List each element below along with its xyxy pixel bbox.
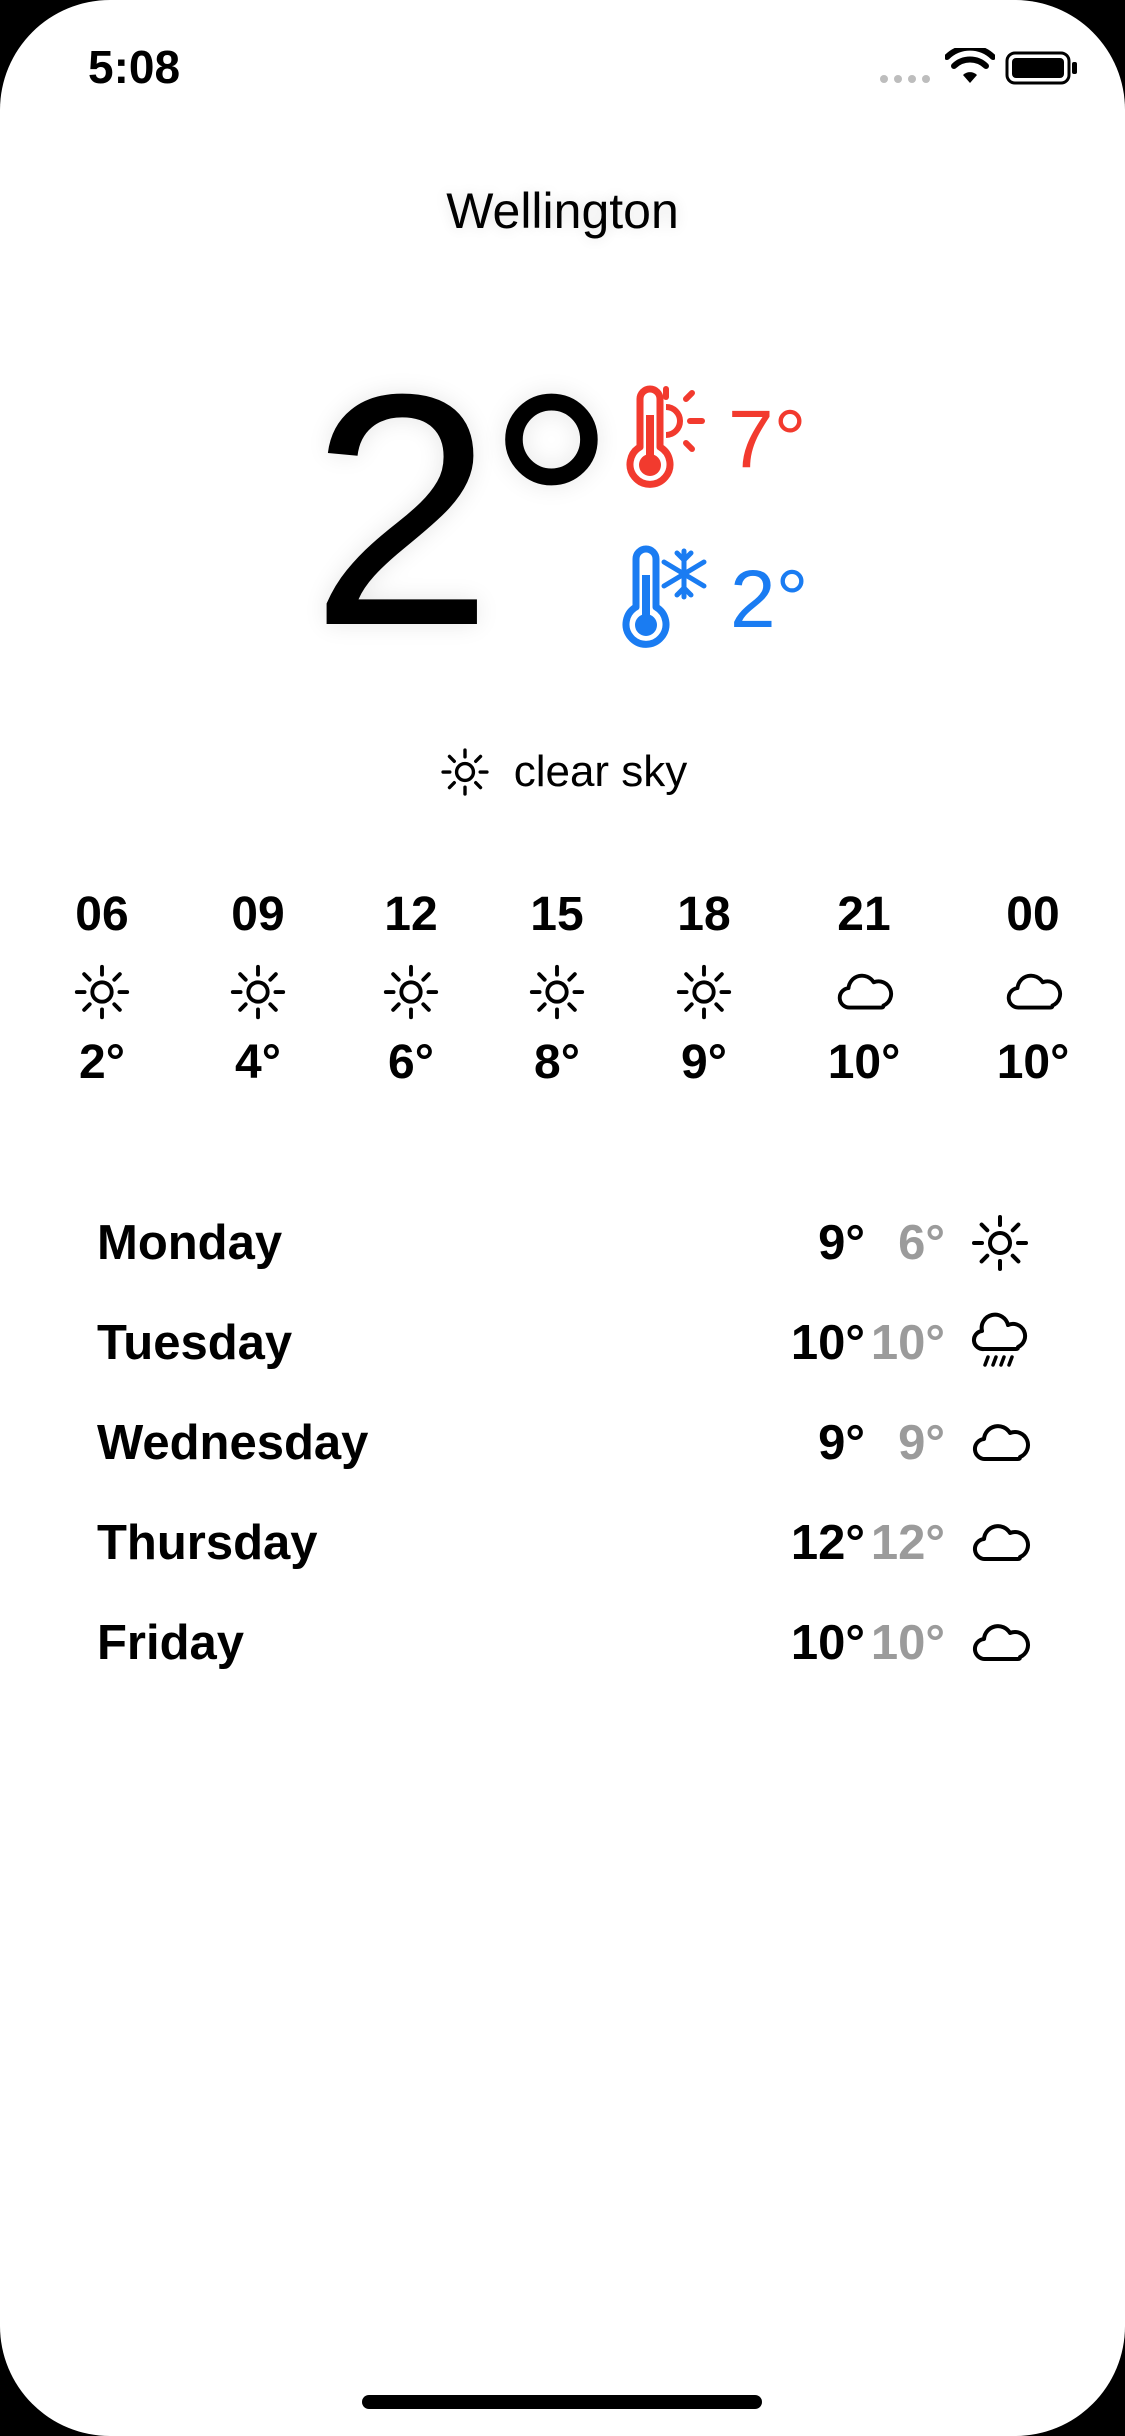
current-temperature: 2° [310,325,617,694]
day-high-temperature: 9° [818,1416,865,1470]
city-name[interactable]: Wellington [0,182,1125,240]
cellular-signal-icon [880,75,930,83]
sun-icon [968,1211,1032,1275]
low-temperature: 2° [622,545,808,655]
weather-screen: 5:08 Wellington 2° 7° 2° clear sky 06 2°… [0,0,1125,2436]
daily-row[interactable]: Thursday 12° 12° [0,1505,1125,1585]
hour-label: 18 [677,888,731,941]
hour-label: 09 [231,888,285,941]
hour-label: 12 [384,888,438,941]
wifi-icon [945,48,995,83]
day-low-temperature: 6° [898,1216,945,1270]
day-high-temperature: 10° [790,1316,865,1370]
hourly-item: 06 2° [22,885,182,1093]
status-time: 5:08 [88,41,181,93]
day-high-temperature: 10° [790,1616,865,1670]
day-low-temperature: 12° [870,1516,945,1570]
day-name: Thursday [97,1516,318,1570]
current-condition: clear sky [0,745,1125,799]
hour-temperature: 2° [79,1036,125,1089]
hour-label: 00 [1006,888,1060,941]
hour-temperature: 9° [681,1036,727,1089]
hourly-item: 00 10° [953,885,1113,1093]
battery-icon [1005,51,1077,85]
cloud-icon [968,1611,1032,1675]
sun-icon [71,961,133,1023]
hour-label: 06 [75,888,129,941]
day-name: Monday [97,1216,283,1270]
condition-text: clear sky [513,747,688,796]
day-name: Wednesday [97,1416,369,1470]
low-temperature-value: 2° [730,554,809,645]
daily-row[interactable]: Monday 9° 6° [0,1205,1125,1285]
sun-icon [227,961,289,1023]
hourly-item: 18 9° [624,885,784,1093]
cloud-icon [1002,961,1064,1023]
hour-temperature: 10° [996,1036,1070,1089]
hour-temperature: 6° [388,1036,434,1089]
hourly-item: 09 4° [178,885,338,1093]
sun-icon [380,961,442,1023]
sun-icon [526,961,588,1023]
cloud-icon [968,1511,1032,1575]
thermometer-snowflake-icon [622,545,707,648]
cloud-icon [968,1411,1032,1475]
hourly-item: 21 10° [784,885,944,1093]
daily-row[interactable]: Friday 10° 10° [0,1605,1125,1685]
day-high-temperature: 9° [818,1216,865,1270]
daily-row[interactable]: Tuesday 10° 10° [0,1305,1125,1385]
hour-temperature: 8° [534,1036,580,1089]
day-low-temperature: 9° [898,1416,945,1470]
day-name: Tuesday [97,1316,293,1370]
hourly-forecast: 06 2° 09 4° 12 6° 15 8° 18 9° 21 10° 00 10° [0,885,1125,1125]
high-temperature: 7° [620,385,806,495]
high-temperature-value: 7° [728,394,807,485]
hour-label: 21 [837,888,891,941]
day-name: Friday [97,1616,245,1670]
hour-temperature: 10° [827,1036,901,1089]
hour-temperature: 4° [235,1036,281,1089]
day-low-temperature: 10° [870,1616,945,1670]
day-low-temperature: 10° [870,1316,945,1370]
daily-row[interactable]: Wednesday 9° 9° [0,1405,1125,1485]
day-high-temperature: 12° [790,1516,865,1570]
hourly-item: 12 6° [331,885,491,1093]
sun-icon [673,961,735,1023]
cloud-icon [833,961,895,1023]
thermometer-sun-icon [626,385,705,488]
hour-label: 15 [530,888,584,941]
home-indicator[interactable] [362,2395,762,2409]
rain-cloud-icon [968,1311,1032,1375]
sun-icon [441,748,489,796]
hourly-item: 15 8° [477,885,637,1093]
